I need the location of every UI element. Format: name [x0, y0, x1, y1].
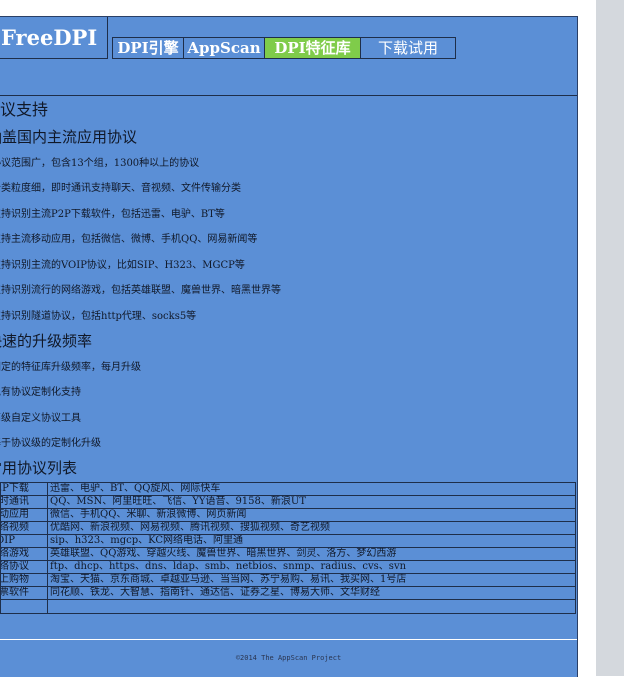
footer-copyright: ©2014 The AppScan Project [235, 654, 342, 662]
table-row: 股票软件 同花顺、铁龙、大智慧、指南针、通达信、证券之星、博易大师、文华财经 [0, 586, 576, 600]
coverage-title: 涵盖国内主流应用协议 [0, 128, 138, 146]
table-cell-apps: QQ、MSN、阿里旺旺、飞信、YY语音、9158、新浪UT [47, 495, 576, 509]
nav-appscan[interactable]: AppScan [184, 38, 265, 58]
table-cell-category: 网上购物 [0, 573, 48, 587]
table-cell-apps: 英雄联盟、QQ游戏、穿越火线、魔兽世界、暗黑世界、剑灵、洛方、梦幻西游 [47, 547, 576, 561]
window-gutter [596, 0, 624, 676]
table-row: 即时通讯 QQ、MSN、阿里旺旺、飞信、YY语音、9158、新浪UT [0, 495, 576, 509]
table-cell-category: 网络游戏 [0, 547, 48, 561]
upgrade-item: 私有协议定制化支持 [0, 387, 81, 398]
main-nav: DPI引擎 AppScan DPI特征库 下载试用 [112, 37, 456, 59]
coverage-item: 支持识别主流的VOIP协议，比如SIP、H323、MGCP等 [0, 260, 245, 271]
table-row: 网络协议 ftp、dhcp、https、dns、ldap、smb、netbios… [0, 560, 576, 574]
table-cell-apps: 优酷网、新浪视频、网易视频、腾讯视频、搜狐视频、奇艺视频 [47, 521, 576, 535]
table-row: 网络游戏 英雄联盟、QQ游戏、穿越火线、魔兽世界、暗黑世界、剑灵、洛方、梦幻西游 [0, 547, 576, 561]
upgrade-item: 基于协议级的定制化升级 [0, 438, 101, 449]
site-logo[interactable]: FreeDPI [0, 17, 108, 59]
upgrade-item: 高级自定义协议工具 [0, 413, 81, 424]
coverage-item: 分类粒度细，即时通讯支持聊天、音视频、文件传输分类 [0, 183, 241, 194]
table-cell-apps: 同花顺、铁龙、大智慧、指南针、通达信、证券之星、博易大师、文华财经 [47, 586, 576, 600]
table-cell-category: 移动应用 [0, 508, 48, 522]
table-cell-apps: 微信、手机QQ、米聊、新浪微博、网页新闻 [47, 508, 576, 522]
table-row: P2P下载 迅雷、电驴、BT、QQ旋风、网际快车 [0, 482, 576, 496]
table-cell-category: 即时通讯 [0, 495, 48, 509]
nav-download-trial[interactable]: 下载试用 [361, 38, 455, 58]
upgrade-title: 快速的升级频率 [0, 332, 93, 350]
table-cell-apps: sip、h323、mgcp、KC网络电话、阿里通 [47, 534, 576, 548]
table-cell-category: VOIP [0, 534, 48, 548]
table-cell-category: 网络协议 [0, 560, 48, 574]
nav-dpi-engine[interactable]: DPI引擎 [113, 38, 184, 58]
coverage-item: 支持识别流行的网络游戏，包括英雄联盟、魔兽世界、暗黑世界等 [0, 285, 281, 296]
table-cell-category: 网络视频 [0, 521, 48, 535]
protocol-list-title: 常用协议列表 [0, 459, 78, 477]
table-cell-category: 股票软件 [0, 586, 48, 600]
section-title-protocol-support: 协议支持 [0, 100, 49, 119]
table-cell-empty [0, 599, 48, 614]
table-row: 移动应用 微信、手机QQ、米聊、新浪微博、网页新闻 [0, 508, 576, 522]
coverage-item: 协议范围广，包含13个组，1300种以上的协议 [0, 158, 200, 169]
site-header: FreeDPI DPI引擎 AppScan DPI特征库 下载试用 [0, 17, 577, 96]
table-cell-apps: 迅雷、电驴、BT、QQ旋风、网际快车 [47, 482, 576, 496]
table-cell-apps: 淘宝、天猫、京东商城、卓越亚马逊、当当网、苏宁易购、易讯、我买网、1号店 [47, 573, 576, 587]
page-container: FreeDPI DPI引擎 AppScan DPI特征库 下载试用 协议支持 涵… [0, 16, 578, 677]
table-row: 网络视频 优酷网、新浪视频、网易视频、腾讯视频、搜狐视频、奇艺视频 [0, 521, 576, 535]
table-row: 网上购物 淘宝、天猫、京东商城、卓越亚马逊、当当网、苏宁易购、易讯、我买网、1号… [0, 573, 576, 587]
table-row-empty [0, 599, 576, 614]
upgrade-item: 固定的特征库升级频率，每月升级 [0, 362, 141, 373]
coverage-item: 支持主流移动应用，包括微信、微博、手机QQ、网易新闻等 [0, 234, 258, 245]
table-cell-category: P2P下载 [0, 482, 48, 496]
coverage-item: 支持识别隧道协议，包括http代理、socks5等 [0, 311, 197, 322]
footer-divider [0, 639, 577, 640]
table-row: VOIP sip、h323、mgcp、KC网络电话、阿里通 [0, 534, 576, 548]
protocol-table: P2P下载 迅雷、电驴、BT、QQ旋风、网际快车 即时通讯 QQ、MSN、阿里旺… [0, 482, 576, 614]
table-cell-empty [47, 599, 576, 614]
nav-dpi-signature-db[interactable]: DPI特征库 [265, 38, 361, 58]
coverage-item: 支持识别主流P2P下载软件，包括迅雷、电驴、BT等 [0, 209, 225, 220]
table-cell-apps: ftp、dhcp、https、dns、ldap、smb、netbios、snmp… [47, 560, 576, 574]
